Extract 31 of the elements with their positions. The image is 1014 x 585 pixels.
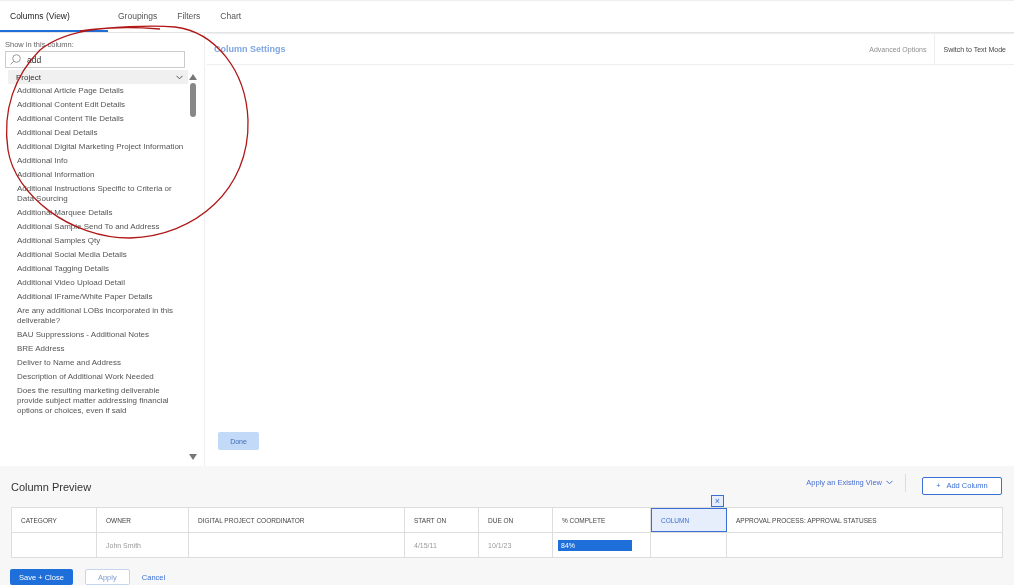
field-item[interactable]: BRE Address — [8, 342, 188, 356]
field-item[interactable]: Additional Content Tile Details — [8, 112, 188, 126]
field-item[interactable]: Description of Additional Work Needed — [8, 370, 188, 384]
chevron-icon — [176, 74, 183, 80]
section-title: Column Preview — [11, 480, 93, 493]
field-item[interactable]: Additional Content Edit Details — [8, 98, 188, 112]
field-item[interactable]: Additional Video Upload Detail — [8, 276, 188, 290]
chevron-icon — [886, 480, 893, 485]
field-item[interactable]: Additional Samples Qty — [8, 234, 188, 248]
field-item[interactable]: Are any additional LOBs incorporated in this deliverable? — [8, 304, 188, 328]
tab[interactable]: Groupings — [108, 1, 168, 32]
field-item[interactable]: Additional Tagging Details — [8, 262, 188, 276]
field-item[interactable]: Additional Info — [8, 154, 188, 168]
field-item[interactable]: Deliver to Name and Address — [8, 356, 188, 370]
tab[interactable]: Chart — [210, 1, 252, 32]
scroll-down-icon[interactable] — [189, 454, 197, 460]
field-item[interactable]: Does the resulting marketing deliverable provide subject matter addressing financial options or choices, even if said — [8, 384, 188, 418]
scroll-thumb[interactable] — [190, 83, 196, 117]
field-item[interactable]: Additional Digital Marketing Project Information — [8, 140, 188, 154]
field-item[interactable]: Additional Article Page Details — [8, 84, 188, 98]
field-item[interactable]: Additional Deal Details — [8, 126, 188, 140]
field-item[interactable]: Additional Marquee Details — [8, 206, 188, 220]
field-item[interactable]: Additional Information — [8, 168, 188, 182]
scroll-up-icon[interactable] — [189, 74, 197, 80]
field-item[interactable]: Additional IFrame/White Paper Details — [8, 290, 188, 304]
remove-column-button[interactable]: × — [711, 495, 724, 507]
tab[interactable]: Filters — [167, 1, 211, 32]
field-item[interactable]: Additional Social Media Details — [8, 248, 188, 262]
tab[interactable]: Columns (View) — [0, 1, 108, 32]
search-icon — [10, 54, 21, 65]
field-item[interactable]: BAU Suppressions - Additional Notes — [8, 328, 188, 342]
